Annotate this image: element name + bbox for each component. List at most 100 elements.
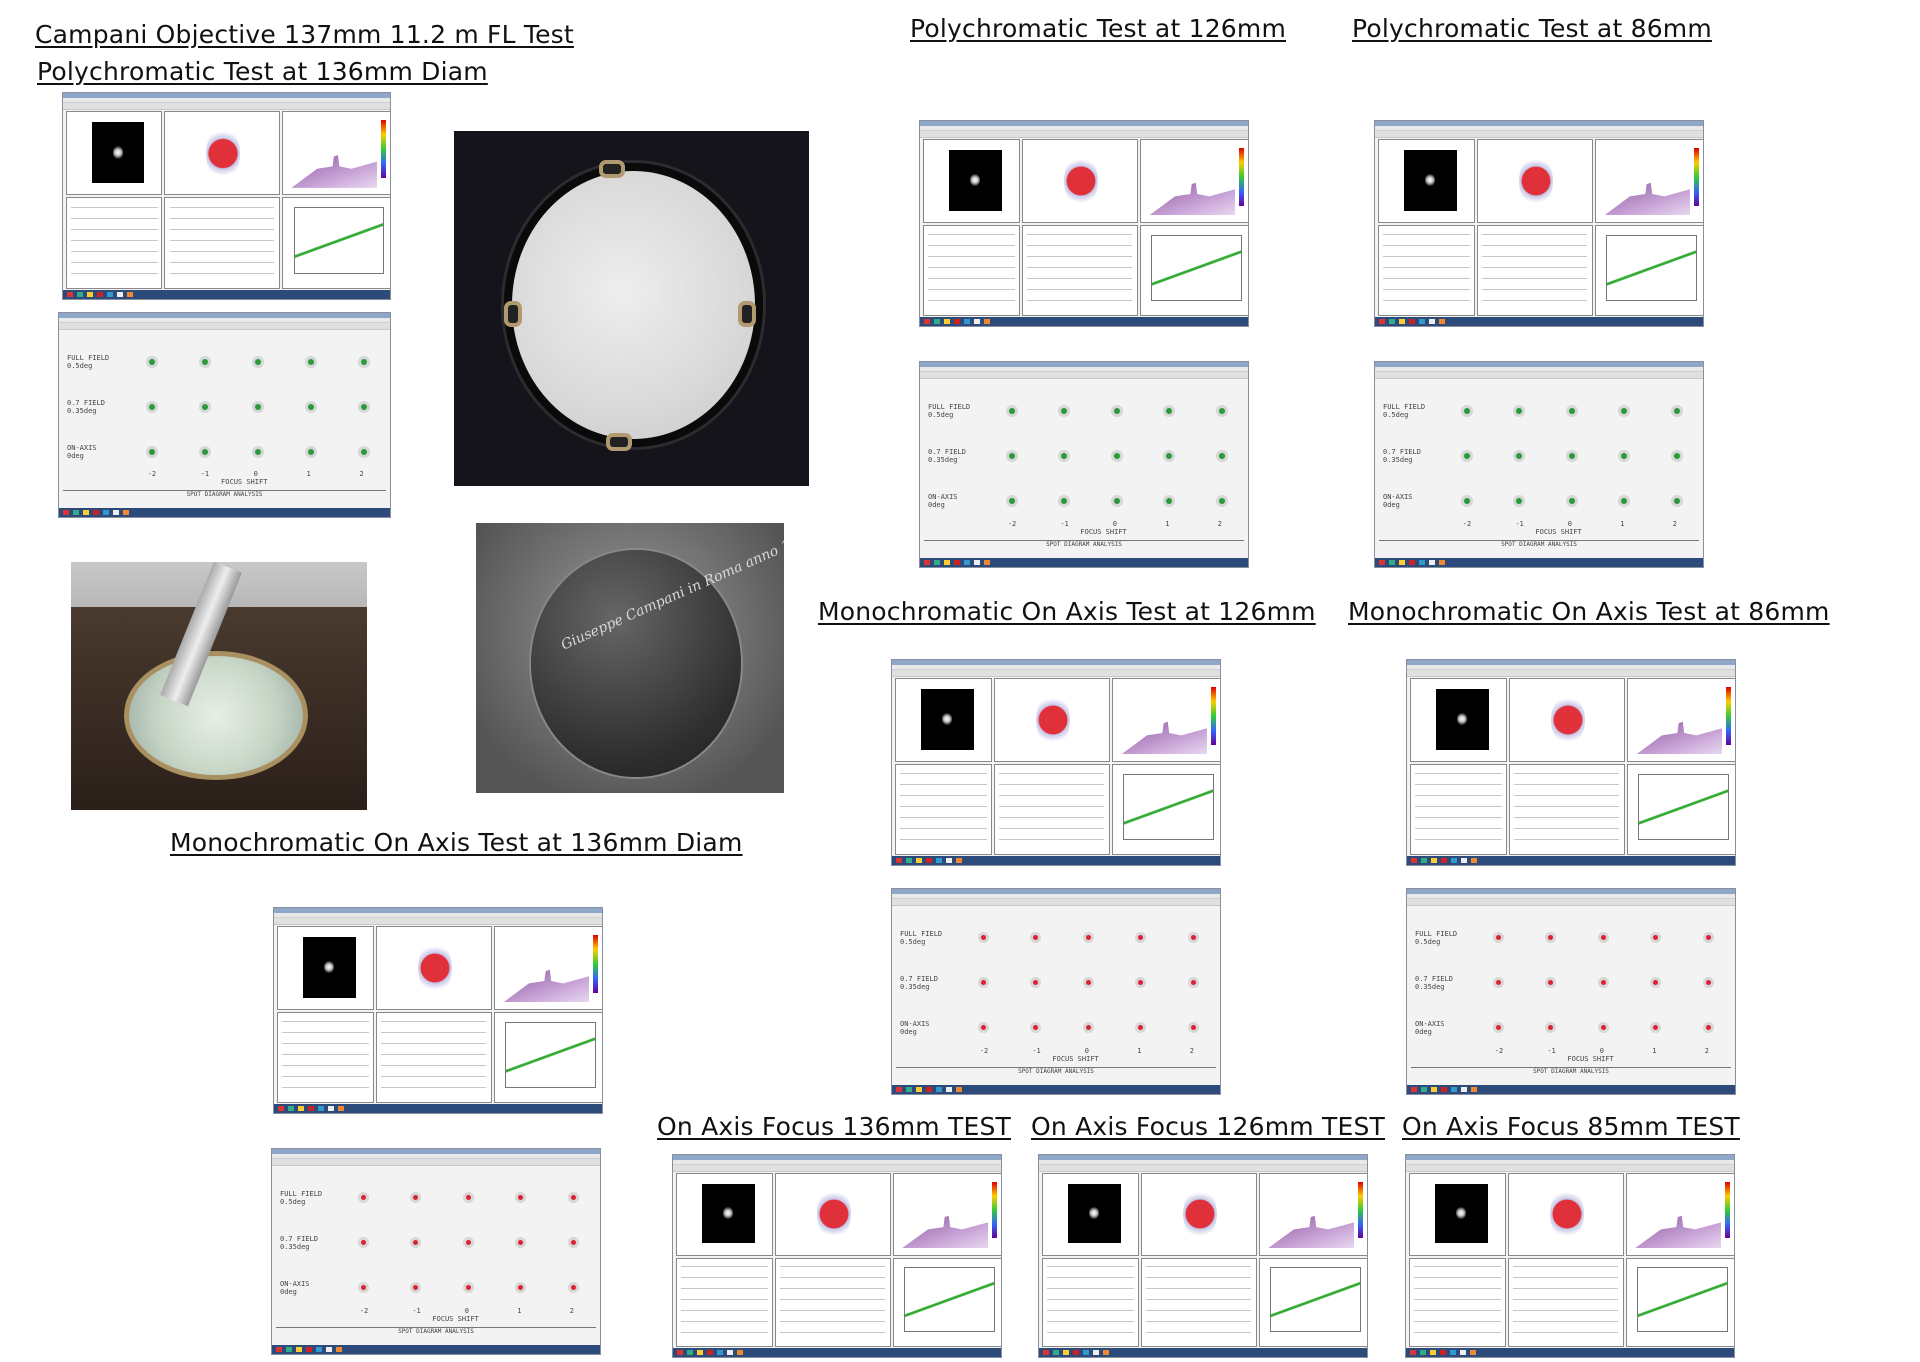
spot-point [1138, 980, 1144, 986]
analysis-panels [1042, 1173, 1367, 1347]
heading-mono-126: Monochromatic On Axis Test at 126mm [818, 597, 1316, 626]
spot-point [360, 403, 367, 410]
aberration-panel [1476, 225, 1593, 316]
spot-point [1600, 935, 1606, 941]
spot-point [1495, 980, 1501, 986]
spot-point [1218, 498, 1225, 505]
ray-fan-plots [70, 202, 158, 285]
color-scale-bar [1725, 1182, 1730, 1239]
spot-diagram-footer: SPOT DIAGRAM ANALYSIS [1379, 540, 1699, 555]
window-taskbar [274, 1104, 602, 1113]
mtf-curve [293, 207, 384, 274]
spot-disc [816, 1188, 851, 1241]
heading-focus-85: On Axis Focus 85mm TEST [1402, 1112, 1740, 1141]
heading-poly-136: Polychromatic Test at 136mm Diam [37, 57, 488, 86]
spot-disc [1550, 693, 1585, 747]
aberration-panel [1021, 225, 1138, 316]
field-label: FULL FIELD 0.5deg [900, 930, 943, 947]
spot-point [1166, 453, 1173, 460]
mtf-curve [1151, 234, 1242, 301]
heading-mono-136: Monochromatic On Axis Test at 136mm Diam [170, 828, 743, 857]
mtf-panel [1139, 225, 1248, 316]
analysis-window-focus-85 [1405, 1154, 1735, 1358]
window-taskbar [1406, 1348, 1734, 1357]
focus-tick-label: 0 [1567, 519, 1573, 528]
psf-panel [277, 926, 374, 1010]
spot-point [1495, 935, 1501, 941]
spot-point [1705, 935, 1711, 941]
surface-plot [1635, 1201, 1722, 1249]
focus-tick-label: 1 [1137, 1046, 1142, 1055]
psf-panel [1409, 1173, 1506, 1256]
spot-point [360, 1285, 366, 1291]
surface-plot [291, 140, 378, 188]
spot-disc [1182, 1188, 1217, 1241]
surface-plot-panel [493, 926, 602, 1010]
surface-plot [1604, 167, 1691, 216]
surface-plot [1268, 1201, 1355, 1249]
focus-tick-label: -2 [1007, 519, 1017, 528]
focus-shift-label: FOCUS SHIFT [1052, 1055, 1099, 1064]
spot-point [254, 403, 261, 410]
surface-plot-panel [1258, 1173, 1367, 1256]
analysis-window-poly-136 [62, 92, 391, 300]
spot-point [307, 358, 314, 365]
surface-plot [503, 954, 590, 1003]
window-toolbar [274, 918, 602, 925]
psf-image [91, 121, 145, 183]
spot-disc [1518, 154, 1553, 208]
spot-point [1033, 1025, 1039, 1031]
spot-point [980, 1025, 986, 1031]
analysis-panels [1378, 139, 1703, 316]
spot-disc [417, 941, 452, 995]
mtf-panel [1625, 1257, 1734, 1347]
ray-fan-plots [1414, 768, 1502, 851]
spot-diagram-window-mono-86: FULL FIELD 0.5deg 0.7 FIELD 0.35deg ON-AXI… [1406, 888, 1736, 1095]
engraved-lens-photo: Giuseppe Campani in Roma anno 1675 [476, 523, 784, 793]
spot-point [307, 448, 314, 455]
spot-point [1600, 1025, 1606, 1031]
mtf-curve [1270, 1267, 1361, 1332]
aberration-panel [774, 1257, 891, 1347]
mtf-panel [1111, 764, 1220, 855]
window-toolbar [892, 899, 1220, 906]
ray-fan-panel [895, 764, 992, 855]
spot-point [1621, 498, 1628, 505]
spot-panel [1140, 1173, 1257, 1256]
ray-fan-plots [1413, 1262, 1501, 1343]
field-label: 0.7 FIELD 0.35deg [1415, 975, 1453, 992]
ray-fan-plots [899, 768, 987, 851]
spot-point [1653, 935, 1659, 941]
aberration-plots [169, 202, 275, 285]
spot-diagram-window-poly-86: FULL FIELD 0.5deg 0.7 FIELD 0.35deg ON-AXI… [1374, 361, 1704, 568]
aberration-panel [1140, 1257, 1257, 1347]
analysis-window-mono-86 [1406, 659, 1736, 866]
spot-point [1463, 408, 1470, 415]
spot-diagram-footer: SPOT DIAGRAM ANALYSIS [276, 1327, 596, 1342]
mtf-curve [1637, 1267, 1728, 1332]
window-toolbar [892, 670, 1220, 677]
field-label: FULL FIELD 0.5deg [1383, 403, 1426, 420]
spot-point [1673, 498, 1680, 505]
spot-point [1085, 980, 1091, 986]
analysis-window-poly-86 [1374, 120, 1704, 327]
lens-clip [606, 433, 633, 452]
spot-point [1085, 1025, 1091, 1031]
aberration-panel [164, 197, 280, 289]
focus-tick-label: -1 [200, 470, 210, 479]
window-toolbar [1039, 1165, 1367, 1172]
focus-tick-label: -2 [359, 1306, 369, 1315]
window-taskbar [1407, 856, 1735, 865]
mtf-curve [1638, 773, 1729, 840]
analysis-window-poly-126 [919, 120, 1249, 327]
spot-point [465, 1240, 471, 1246]
surface-plot [1636, 706, 1723, 755]
spot-point [1621, 408, 1628, 415]
ray-fan-panel [277, 1012, 374, 1103]
spot-diagram-window-mono-136: FULL FIELD 0.5deg 0.7 FIELD 0.35deg ON-AXI… [271, 1148, 601, 1355]
mtf-panel [892, 1257, 1001, 1347]
window-taskbar [920, 317, 1248, 326]
mtf-panel [281, 197, 390, 289]
focus-tick-label: -1 [412, 1306, 421, 1315]
ray-fan-panel [676, 1257, 773, 1347]
